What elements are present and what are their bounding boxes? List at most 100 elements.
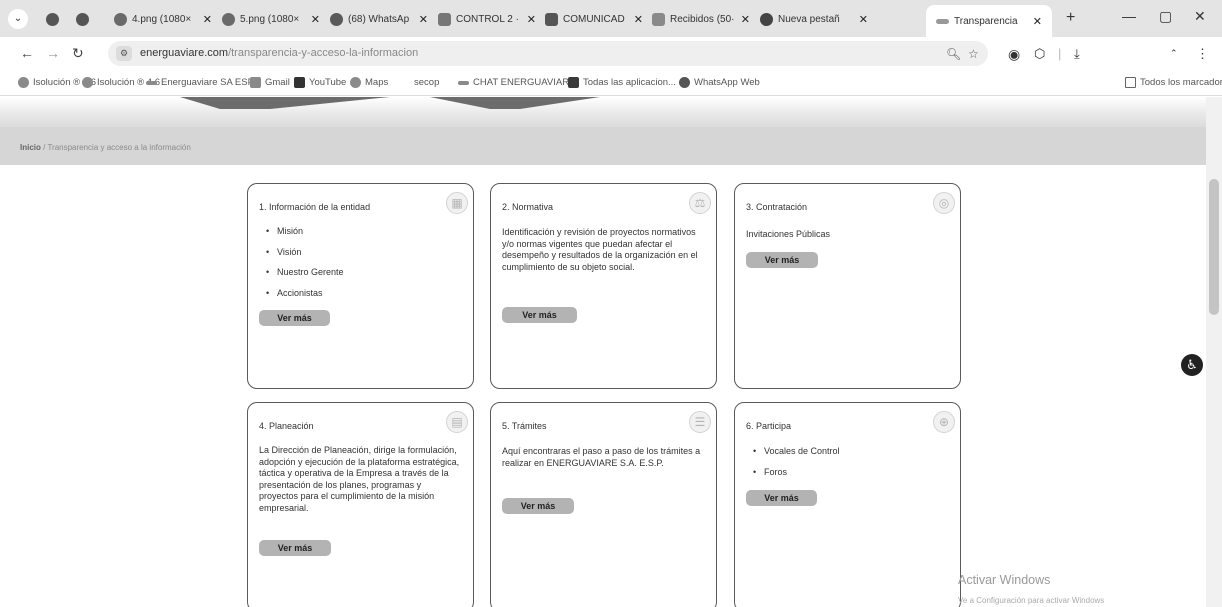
url-path: /transparencia-y-acceso-la-informacion <box>228 47 419 59</box>
card-contratacion: 3. Contratación ◎ Invitaciones Públicas … <box>734 183 961 389</box>
download-icon[interactable]: ⤓ <box>1074 46 1080 62</box>
card-list: Vocales de Control Foros <box>746 446 948 487</box>
card-title: 4. Planeación <box>259 421 314 431</box>
card-text: La Dirección de Planeación, dirige la fo… <box>259 445 460 513</box>
breadcrumb: Inicio / Transparencia y acceso a la inf… <box>20 143 191 152</box>
pinned-app-icon <box>76 12 89 26</box>
browser-tab-strip: ⌄ 4.png (1080× ✕ 5.png (1080× ✕ (68) Wha… <box>0 0 1222 37</box>
breadcrumb-home-link[interactable]: Inicio <box>20 143 41 152</box>
energuaviare-icon <box>146 80 157 85</box>
tab-gmail[interactable]: Recibidos (50· ✕ <box>652 7 750 31</box>
close-icon[interactable]: ✕ <box>203 13 212 26</box>
card-participa: 6. Participa ⊕ Vocales de Control Foros … <box>734 402 961 607</box>
accessibility-icon[interactable]: ♿︎ <box>1181 354 1203 376</box>
close-icon[interactable]: ✕ <box>741 13 750 26</box>
list-item-vocales-control[interactable]: Vocales de Control <box>746 446 948 467</box>
tab-label: COMUNICAD <box>563 13 625 25</box>
list-item-vision[interactable]: Visión <box>259 247 461 268</box>
tab-label: Nueva pestañ <box>778 13 840 25</box>
close-icon[interactable]: ✕ <box>527 13 536 26</box>
breadcrumb-bar: Inicio / Transparencia y acceso a la inf… <box>0 127 1206 165</box>
card-informacion-entidad: 1. Información de la entidad ▦ Misión Vi… <box>247 183 474 389</box>
card-title: 6. Participa <box>746 421 792 431</box>
isolucion-icon <box>82 77 93 88</box>
ver-mas-button[interactable]: Ver más <box>259 540 331 556</box>
tab-5-png[interactable]: 5.png (1080× ✕ <box>222 7 320 31</box>
folder-icon <box>1125 77 1136 88</box>
address-bar[interactable]: ⚙ energuaviare.com/transparencia-y-acces… <box>108 41 988 66</box>
site-settings-icon[interactable]: ⚙ <box>116 46 132 61</box>
profile-dropdown-icon[interactable]: ⌃ <box>1170 48 1178 59</box>
tab-4-png[interactable]: 4.png (1080× ✕ <box>114 7 212 31</box>
whatsapp-icon <box>679 77 690 88</box>
bookmark-star-icon[interactable]: ☆ <box>968 47 979 61</box>
building-icon: ▦ <box>446 192 468 214</box>
ver-mas-button[interactable]: Ver más <box>746 252 818 268</box>
scrollbar-thumb[interactable] <box>1209 179 1219 315</box>
minimize-icon[interactable]: — <box>1122 8 1136 24</box>
pinned-app-icon <box>46 12 59 26</box>
pinned-tab[interactable] <box>76 7 94 31</box>
pinned-tab[interactable] <box>46 7 64 31</box>
tab-label: 5.png (1080× <box>240 13 300 25</box>
bookmark-secop[interactable]: secop <box>414 77 439 88</box>
list-item-gerente[interactable]: Nuestro Gerente <box>259 267 461 288</box>
close-icon[interactable]: ✕ <box>859 13 868 26</box>
bookmark-energuaviare[interactable]: Energuaviare SA ESP <box>146 77 254 88</box>
close-icon[interactable]: ✕ <box>1033 15 1042 28</box>
tab-label: Recibidos (50· <box>670 13 735 25</box>
bookmark-maps[interactable]: Maps <box>350 77 388 88</box>
page-scrollbar[interactable] <box>1206 97 1222 607</box>
window-close-icon[interactable]: ✕ <box>1194 8 1206 25</box>
list-item-foros[interactable]: Foros <box>746 467 948 488</box>
bookmark-label: Energuaviare SA ESP <box>161 77 254 88</box>
bookmark-apps[interactable]: Todas las aplicacion... <box>568 77 676 88</box>
list-item-accionistas[interactable]: Accionistas <box>259 288 461 309</box>
divider: | <box>1058 46 1062 61</box>
tab-comunicados[interactable]: COMUNICAD ✕ <box>545 7 643 31</box>
tab-label: Transparencia <box>954 15 1018 27</box>
card-text[interactable]: Invitaciones Públicas <box>746 229 948 241</box>
tab-transparencia[interactable]: Transparencia ✕ <box>926 5 1052 37</box>
extensions-icon[interactable]: ⬡ <box>1034 46 1045 62</box>
bookmark-whatsapp-web[interactable]: WhatsApp Web <box>679 77 760 88</box>
new-tab-button[interactable]: + <box>1066 9 1075 27</box>
stack-icon: ☰ <box>689 411 711 433</box>
close-icon[interactable]: ✕ <box>419 13 428 26</box>
maximize-icon[interactable]: ▢ <box>1159 8 1172 25</box>
maps-icon <box>350 77 361 88</box>
close-icon[interactable]: ✕ <box>634 13 643 26</box>
menu-kebab-icon[interactable]: ⋮ <box>1196 46 1209 62</box>
bookmark-label: Gmail <box>265 77 290 88</box>
bookmark-label: Todas las aplicacion... <box>583 77 676 88</box>
energuaviare-icon <box>936 18 949 24</box>
tab-whatsapp[interactable]: (68) WhatsAp ✕ <box>330 7 428 31</box>
document-icon: ▤ <box>446 411 468 433</box>
bookmark-label: secop <box>414 77 440 88</box>
tab-new-tab[interactable]: Nueva pestañ ✕ <box>760 7 868 31</box>
tab-search-chevron-icon[interactable]: ⌄ <box>8 9 28 29</box>
ver-mas-button[interactable]: Ver más <box>502 498 574 514</box>
bookmark-gmail[interactable]: Gmail <box>250 77 290 88</box>
forward-icon[interactable]: → <box>46 45 60 61</box>
bookmarks-bar: Isolución ® 4.6 Isolución ® 4.6 Energuav… <box>0 70 1222 96</box>
reload-icon[interactable]: ↻ <box>72 45 84 62</box>
list-item-mision[interactable]: Misión <box>259 226 461 247</box>
card-text: Aquí encontraras el paso a paso de los t… <box>502 446 701 468</box>
ver-mas-button[interactable]: Ver más <box>746 490 817 506</box>
all-bookmarks-folder[interactable]: Todos los marcadores <box>1125 77 1222 88</box>
bookmark-chat-energuaviare[interactable]: CHAT ENERGUAVIARE <box>458 77 575 88</box>
breadcrumb-current: Transparencia y acceso a la información <box>47 143 191 152</box>
close-icon[interactable]: ✕ <box>311 13 320 26</box>
ver-mas-button[interactable]: Ver más <box>502 307 577 323</box>
ver-mas-button[interactable]: Ver más <box>259 310 330 326</box>
back-icon[interactable]: ← <box>20 45 34 61</box>
tab-control[interactable]: CONTROL 2 · ✕ <box>438 7 536 31</box>
bookmark-label: WhatsApp Web <box>694 77 760 88</box>
url-text: energuaviare.com/transparencia-y-acceso-… <box>140 47 418 59</box>
zoom-icon[interactable]: 🔍︎ <box>946 47 961 61</box>
bookmark-youtube[interactable]: YouTube <box>294 77 346 88</box>
breadcrumb-separator: / <box>43 143 46 152</box>
scales-icon: ⚖ <box>689 192 711 214</box>
profile-extension-icon[interactable]: ◉ <box>1008 46 1020 63</box>
